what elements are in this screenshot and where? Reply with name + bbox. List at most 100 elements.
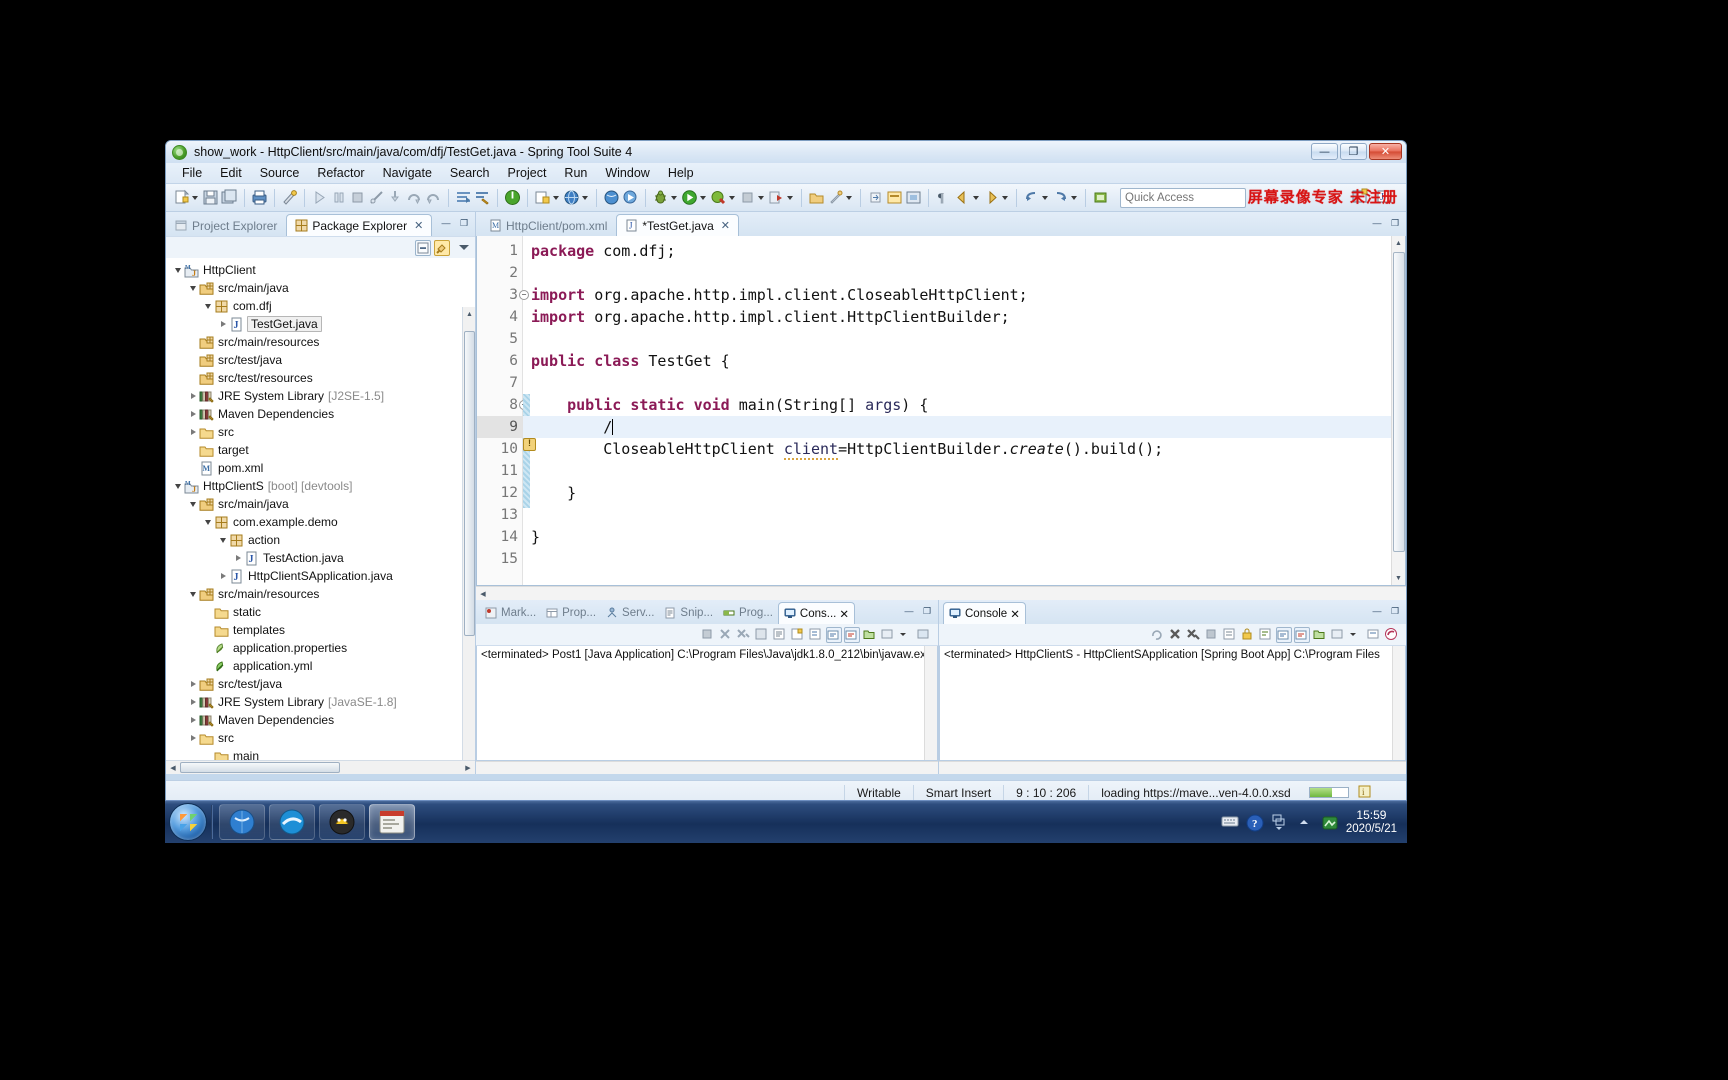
taskbar-sts-app[interactable] <box>369 804 415 840</box>
relaunch-dropdown-arrow[interactable] <box>786 189 794 206</box>
explorer-horizontal-scrollbar[interactable]: ◀ ▶ <box>166 760 475 774</box>
spring-boot-console-icon[interactable] <box>1384 627 1400 643</box>
run-dropdown-arrow[interactable] <box>699 189 707 206</box>
forward-dropdown-arrow[interactable] <box>1070 189 1078 206</box>
minimize-icon[interactable]: — <box>439 216 453 230</box>
menu-project[interactable]: Project <box>499 165 556 181</box>
package-explorer-tree[interactable]: M J HttpClient src/main/java com.dfj J TestGet… <box>166 258 475 760</box>
tree-item-src-main-resources[interactable]: src/main/resources <box>166 333 475 351</box>
explorer-vscroll-thumb[interactable] <box>464 331 475 636</box>
scroll-left-icon[interactable]: ◀ <box>477 588 489 599</box>
editor-horizontal-scrollbar[interactable]: ◀ <box>476 586 1406 600</box>
code-line[interactable]: } <box>531 526 1405 548</box>
tree-item-jre-system-library[interactable]: JRE System Library [J2SE-1.5] <box>166 387 475 405</box>
code-line[interactable] <box>531 328 1405 350</box>
toggle-mark-occurrences-icon[interactable] <box>886 189 903 206</box>
console-left-vertical-scrollbar[interactable] <box>924 646 937 760</box>
console-left-output[interactable]: <terminated> Post1 [Java Application] C:… <box>476 646 938 761</box>
tree-item-jre-system-library[interactable]: JRE System Library [JavaSE-1.8] <box>166 693 475 711</box>
tree-item-maven-dependencies[interactable]: Maven Dependencies <box>166 711 475 729</box>
scroll-lock-icon[interactable] <box>772 627 788 643</box>
console-left-horizontal-scrollbar[interactable] <box>476 761 938 774</box>
tab-console-right[interactable]: Console ✕ <box>943 602 1026 624</box>
tree-item-maven-dependencies[interactable]: Maven Dependencies <box>166 405 475 423</box>
code-line[interactable]: public static void main(String[] args) { <box>531 394 1405 416</box>
twisty-open-icon[interactable] <box>202 300 214 312</box>
tree-item-action[interactable]: action <box>166 531 475 549</box>
tree-item-templates[interactable]: templates <box>166 621 475 639</box>
tab-servers[interactable]: Serv... <box>601 602 659 624</box>
code-line[interactable]: public class TestGet { <box>531 350 1405 372</box>
menu-edit[interactable]: Edit <box>211 165 251 181</box>
minimize-icon[interactable]: — <box>1370 216 1384 230</box>
code-line[interactable] <box>531 504 1405 526</box>
editor-vscroll-thumb[interactable] <box>1393 252 1405 552</box>
menu-source[interactable]: Source <box>251 165 309 181</box>
maximize-icon[interactable]: ❐ <box>920 604 934 618</box>
boot-dashboard-icon[interactable] <box>504 189 521 206</box>
editor-vertical-scrollbar[interactable]: ▲ ▼ <box>1391 236 1405 585</box>
back-dropdown-arrow[interactable] <box>1041 189 1049 206</box>
pin-editor-icon[interactable] <box>1092 189 1109 206</box>
show-when-output-changes-icon[interactable] <box>1258 627 1274 643</box>
twisty-closed-icon[interactable] <box>187 678 199 690</box>
explorer-vertical-scrollbar[interactable]: ▲ ▼ <box>462 307 475 760</box>
show-hidden-icons-icon[interactable] <box>1296 814 1313 831</box>
console-right-horizontal-scrollbar[interactable] <box>939 761 1406 774</box>
tree-item-src[interactable]: src <box>166 729 475 747</box>
external-tools-dropdown-arrow[interactable] <box>728 189 736 206</box>
tab-testget-java[interactable]: J *TestGet.java ✕ <box>616 214 739 236</box>
taskbar-browser2-app[interactable] <box>269 804 315 840</box>
clear-console-icon[interactable] <box>1204 627 1220 643</box>
menu-search[interactable]: Search <box>441 165 499 181</box>
close-icon[interactable]: ✕ <box>721 219 730 232</box>
scroll-up-icon[interactable]: ▲ <box>1393 237 1404 249</box>
twisty-open-icon[interactable] <box>172 264 184 276</box>
show-whitespace-icon[interactable]: ¶ <box>935 189 952 206</box>
explorer-hscroll-thumb[interactable] <box>180 762 340 773</box>
twisty-closed-icon[interactable] <box>187 390 199 402</box>
twisty-closed-icon[interactable] <box>187 696 199 708</box>
code-line[interactable]: package com.dfj; <box>531 240 1405 262</box>
next-annotation-icon[interactable] <box>867 189 884 206</box>
maximize-icon[interactable]: ❐ <box>457 216 471 230</box>
taskbar-browser-app[interactable] <box>219 804 265 840</box>
start-button[interactable] <box>169 803 207 841</box>
new-dropdown-arrow[interactable] <box>191 189 199 206</box>
new-wizard-icon[interactable] <box>534 189 551 206</box>
tab-project-explorer[interactable]: Project Explorer <box>166 214 286 236</box>
scroll-up-icon[interactable]: ▲ <box>464 308 475 320</box>
tree-item-httpclient[interactable]: M J HttpClient <box>166 261 475 279</box>
keyboard-icon[interactable] <box>1221 814 1239 831</box>
remove-launch-icon[interactable] <box>718 627 734 643</box>
pin-console-icon[interactable] <box>790 627 806 643</box>
show-console-standard-out-icon[interactable] <box>826 626 842 643</box>
pin-view-icon[interactable] <box>916 627 932 643</box>
display-selected-console-icon[interactable] <box>808 627 824 643</box>
new-console-view-icon[interactable] <box>1330 627 1346 643</box>
quick-access-input[interactable] <box>1120 188 1246 208</box>
tree-item-pom-xml[interactable]: Mpom.xml <box>166 459 475 477</box>
tab-pom-xml[interactable]: M HttpClient/pom.xml <box>480 214 616 236</box>
twisty-open-icon[interactable] <box>187 498 199 510</box>
tree-item-httpclients[interactable]: M J HttpClientS [boot] [devtools] <box>166 477 475 495</box>
scroll-lock-icon[interactable] <box>1222 627 1238 643</box>
code-line[interactable] <box>531 262 1405 284</box>
twisty-open-icon[interactable] <box>187 282 199 294</box>
console-dropdown-icon[interactable] <box>1348 627 1364 643</box>
lock-icon[interactable] <box>1240 627 1256 643</box>
tree-item-src-test-java[interactable]: src/test/java <box>166 675 475 693</box>
open-console-icon[interactable] <box>1312 627 1328 643</box>
stop-icon[interactable] <box>739 189 756 206</box>
external-tools-icon[interactable] <box>710 189 727 206</box>
menu-run[interactable]: Run <box>555 165 596 181</box>
twisty-closed-icon[interactable] <box>217 570 229 582</box>
tree-item-src-main-java[interactable]: src/main/java <box>166 279 475 297</box>
tree-item-src-test-resources[interactable]: src/test/resources <box>166 369 475 387</box>
console-right-vertical-scrollbar[interactable] <box>1392 646 1405 760</box>
twisty-closed-icon[interactable] <box>187 408 199 420</box>
next-edit-dropdown-arrow[interactable] <box>1001 189 1009 206</box>
run-green-icon[interactable] <box>681 189 698 206</box>
quick-fix-icon[interactable] <box>281 189 298 206</box>
menu-file[interactable]: File <box>173 165 211 181</box>
